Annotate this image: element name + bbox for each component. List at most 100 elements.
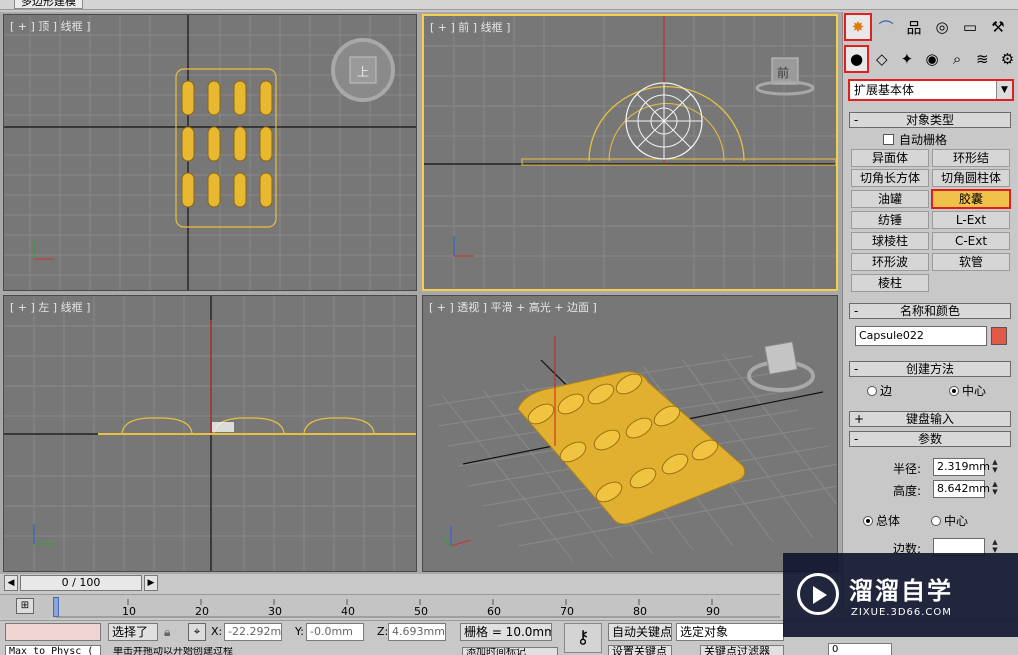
x-coordinate-field[interactable]: -22.292mm — [224, 623, 282, 641]
tick-label: 10 — [122, 605, 136, 618]
tick-label: 50 — [414, 605, 428, 618]
creation-method-rollout[interactable]: - 创建方法 — [849, 361, 1011, 377]
radius-spinner-icon[interactable]: ▲ ▼ — [990, 458, 1000, 476]
keyboard-entry-rollout[interactable]: + 键盘输入 — [849, 411, 1011, 427]
window-tab[interactable]: 多边形建模 — [14, 0, 83, 9]
hose-button[interactable]: 软管 — [932, 253, 1010, 271]
creation-edge-label: 边 — [880, 384, 893, 398]
parameters-rollout[interactable]: - 参数 — [849, 431, 1011, 447]
creation-center-label: 中心 — [962, 384, 987, 398]
chamfer-box-button[interactable]: 切角长方体 — [851, 169, 929, 187]
current-frame-field[interactable]: 0 — [828, 643, 892, 655]
cameras-icon[interactable]: ◉ — [920, 46, 943, 72]
auto-grid-label: 自动栅格 — [899, 133, 948, 147]
x-label: X: — [211, 625, 223, 638]
modify-tab-icon[interactable]: ⌒ — [873, 14, 899, 40]
center-radio[interactable]: 中心 — [931, 512, 968, 529]
set-key-button[interactable]: 设置关键点 — [608, 645, 672, 655]
create-tab-icon[interactable]: ✸ — [844, 13, 872, 41]
viewcube-top-label[interactable]: 上 — [357, 65, 369, 79]
chamfer-cyl-button[interactable]: 切角圆柱体 — [932, 169, 1010, 187]
z-coordinate-field[interactable]: 4.693mm — [388, 623, 446, 641]
gengon-button[interactable]: 球棱柱 — [851, 232, 929, 250]
y-coordinate-field[interactable]: -0.0mm — [306, 623, 364, 641]
maxscript-mini-listener[interactable]: Max to Physc ( — [5, 645, 101, 655]
viewport-perspective-scene — [427, 336, 837, 562]
systems-icon[interactable]: ⚙ — [996, 46, 1018, 72]
spacewarps-icon[interactable]: ≋ — [971, 46, 994, 72]
viewcube-front-label[interactable]: 前 — [777, 65, 789, 80]
object-name-field[interactable]: Capsule022 — [855, 326, 987, 346]
lights-icon[interactable]: ✦ — [895, 46, 918, 72]
name-color-rollout[interactable]: - 名称和颜色 — [849, 303, 1011, 319]
torus-knot-button[interactable]: 环形结 — [932, 149, 1010, 167]
oil-tank-button[interactable]: 油罐 — [851, 190, 929, 208]
prev-frame-icon[interactable]: ◀ — [4, 575, 18, 591]
chevron-down-icon[interactable]: ▼ — [996, 81, 1012, 99]
radio-icon[interactable] — [949, 386, 959, 396]
timeline-ruler — [56, 599, 780, 618]
ring-wave-button[interactable]: 环形波 — [851, 253, 929, 271]
radio-icon[interactable] — [863, 516, 873, 526]
auto-grid-checkbox[interactable]: 自动栅格 — [883, 131, 947, 148]
time-slider[interactable]: ◀ 0 / 100 ▶ — [4, 575, 158, 591]
height-label: 高度: — [893, 484, 922, 498]
time-slider-thumb[interactable]: 0 / 100 — [20, 575, 142, 591]
prism-button[interactable]: 棱柱 — [851, 274, 929, 292]
track-bar[interactable]: ⊞ 10 20 30 40 50 60 70 80 90 — [0, 594, 780, 618]
key-mode-dropdown[interactable]: 选定对象 — [676, 623, 784, 641]
l-ext-button[interactable]: L-Ext — [932, 211, 1010, 229]
motion-tab-icon[interactable]: ◎ — [929, 14, 955, 40]
capsule-button[interactable]: 胶囊 — [931, 189, 1011, 209]
tick-label: 20 — [195, 605, 209, 618]
rollout-title: 创建方法 — [905, 362, 954, 376]
maxscript-listener-box[interactable] — [5, 623, 101, 641]
viewport-top-label[interactable]: [ + ] 顶 ] 线框 ] — [10, 18, 90, 34]
geometry-category-dropdown[interactable]: 扩展基本体 ▼ — [848, 79, 1014, 101]
rollout-collapse-icon: - — [854, 362, 859, 376]
hedra-button[interactable]: 异面体 — [851, 149, 929, 167]
lock-selection-icon[interactable]: 🔒︎ — [164, 625, 170, 640]
title-strip: 多边形建模 — [0, 0, 1018, 10]
viewport-top-scene: 上 — [4, 15, 416, 290]
display-tab-icon[interactable]: ▭ — [957, 14, 983, 40]
set-key-icon[interactable]: ⚷ — [564, 623, 602, 653]
spindle-button[interactable]: 纺锤 — [851, 211, 929, 229]
viewport-top[interactable]: 上 [ + ] 顶 ] 线框 ] — [3, 14, 417, 291]
auto-key-button[interactable]: 自动关键点 — [608, 623, 672, 641]
utilities-tab-icon[interactable]: ⚒ — [985, 14, 1011, 40]
radio-icon[interactable] — [867, 386, 877, 396]
viewport-perspective[interactable]: [ + ] 透视 ] 平滑 + 高光 + 边面 ] — [422, 295, 838, 572]
viewport-front-label[interactable]: [ + ] 前 ] 线框 ] — [430, 19, 510, 35]
overall-radio[interactable]: 总体 — [863, 512, 900, 529]
viewport-front[interactable]: 前 [ + ] 前 ] 线框 ] — [422, 14, 838, 291]
viewport-perspective-label[interactable]: [ + ] 透视 ] 平滑 + 高光 + 边面 ] — [429, 299, 597, 315]
viewport-left-label[interactable]: [ + ] 左 ] 线框 ] — [10, 299, 90, 315]
add-time-tag-button[interactable]: 添加时间标记 — [462, 647, 558, 655]
tick-label: 80 — [633, 605, 647, 618]
dropdown-value: 扩展基本体 — [854, 83, 915, 97]
height-spinner-icon[interactable]: ▲ ▼ — [990, 480, 1000, 498]
hierarchy-tab-icon[interactable]: 品 — [901, 14, 927, 40]
object-color-swatch[interactable] — [991, 327, 1007, 345]
rollout-title: 参数 — [917, 432, 942, 446]
helpers-icon[interactable]: ⌕ — [946, 46, 969, 72]
shapes-icon[interactable]: ◇ — [870, 46, 893, 72]
absolute-mode-icon[interactable]: ⌖ — [188, 623, 206, 641]
viewport-left[interactable]: [ + ] 左 ] 线框 ] — [3, 295, 417, 572]
rollout-collapse-icon: - — [854, 113, 859, 127]
geometry-icon[interactable]: ● — [843, 45, 870, 73]
c-ext-button[interactable]: C-Ext — [932, 232, 1010, 250]
creation-center-radio[interactable]: 中心 — [949, 382, 986, 399]
height-field[interactable]: 8.642mm — [933, 480, 990, 498]
selection-count: 选择了 — [108, 623, 158, 641]
creation-edge-radio[interactable]: 边 — [867, 382, 892, 399]
radio-icon[interactable] — [931, 516, 941, 526]
checkbox-icon[interactable] — [883, 134, 894, 145]
next-frame-icon[interactable]: ▶ — [144, 575, 158, 591]
tick-label: 70 — [560, 605, 574, 618]
create-subcategory-tabs: ● ◇ ✦ ◉ ⌕ ≋ ⚙ — [843, 45, 1018, 74]
key-filters-button[interactable]: 关键点过滤器 — [700, 645, 784, 655]
radius-field[interactable]: 2.319mm — [933, 458, 990, 476]
object-type-rollout[interactable]: - 对象类型 — [849, 112, 1011, 128]
